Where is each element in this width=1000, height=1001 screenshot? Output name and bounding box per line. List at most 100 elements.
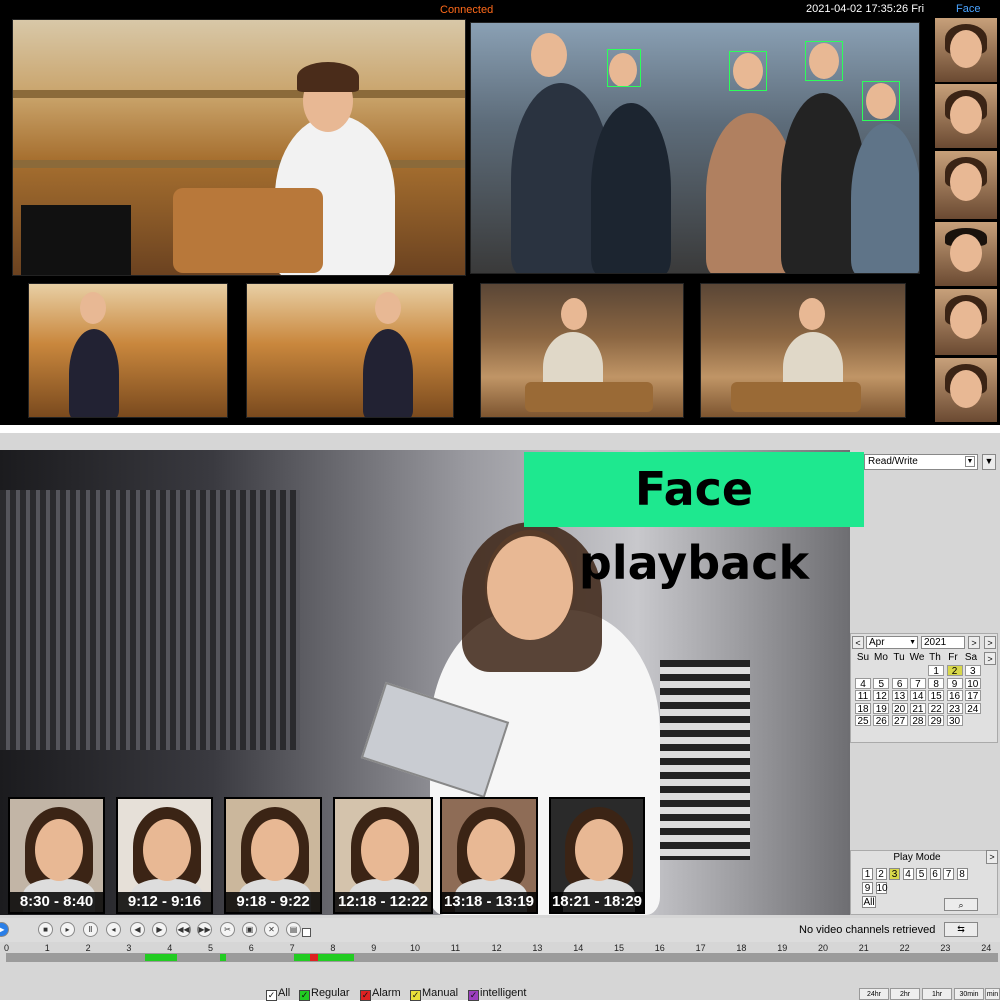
calendar-day[interactable]: 3 [964, 665, 981, 677]
calendar-day[interactable]: 13 [891, 690, 908, 702]
clip-button[interactable]: ✂ [220, 922, 235, 937]
legend-item-intelligent[interactable]: ✓ intelligent [468, 987, 526, 1001]
calendar-day[interactable]: 12 [873, 690, 890, 702]
calendar-day[interactable]: 22 [928, 702, 945, 715]
camera-tile-2[interactable] [470, 22, 920, 274]
calendar-day[interactable]: 4 [855, 677, 871, 690]
stop-button[interactable]: ■ [38, 922, 53, 937]
legend-item-all[interactable]: ✓ All [266, 987, 290, 1001]
channel-checkbox-8[interactable]: 8 [956, 868, 968, 880]
calendar-day[interactable]: 24 [964, 702, 981, 715]
calendar-day[interactable]: 6 [891, 677, 908, 690]
step-back-icon: ◀ [134, 925, 141, 934]
zoom-24hr-button[interactable]: 24hr [859, 988, 889, 1000]
calendar-day[interactable]: 26 [873, 715, 890, 727]
sync-checkbox[interactable] [302, 928, 311, 937]
calendar-day[interactable]: 16 [946, 690, 963, 702]
mode-select[interactable]: Read/Write ▼ [864, 454, 978, 470]
face-snapshot[interactable] [935, 151, 997, 219]
scroll-right-button[interactable]: > [984, 652, 996, 665]
calendar-day[interactable]: 2 [946, 665, 963, 677]
calendar-day[interactable]: 10 [964, 677, 981, 690]
face-panel-label[interactable]: Face [956, 3, 980, 15]
calendar-day[interactable]: 23 [946, 702, 963, 715]
all-channels-checkbox[interactable]: All [862, 896, 876, 908]
pause-icon: Ⅱ [88, 925, 93, 934]
face-snapshot[interactable] [935, 84, 997, 148]
face-thumbnail[interactable]: 9:18 - 9:22 [224, 797, 322, 914]
face-snapshot[interactable] [935, 289, 997, 355]
calendar-day[interactable]: 20 [891, 702, 908, 715]
calendar-day[interactable]: 7 [909, 677, 926, 690]
channel-checkbox-2[interactable]: 2 [875, 868, 887, 880]
channel-checkbox-9[interactable]: 9 [862, 882, 873, 894]
rewind-button[interactable]: ◀◀ [176, 922, 191, 937]
checkbox-icon: ✓ [468, 990, 479, 1001]
reverse-icon: ◂ [111, 925, 116, 934]
calendar-day[interactable]: 1 [928, 665, 945, 677]
calendar-day[interactable]: 21 [909, 702, 926, 715]
refresh-button[interactable]: ⇆ [944, 922, 978, 937]
play-mode-scroll[interactable]: > [986, 850, 998, 864]
face-thumbnail[interactable]: 8:30 - 8:40 [8, 797, 105, 914]
camera-tile-6[interactable] [700, 283, 906, 418]
zoom-30min-button[interactable]: 30min [954, 988, 984, 1000]
camera-tile-3[interactable] [28, 283, 228, 418]
legend-item-manual[interactable]: ✓ Manual [410, 987, 458, 1001]
channel-checkbox-6[interactable]: 6 [929, 868, 941, 880]
face-snapshot[interactable] [935, 358, 997, 422]
calendar-day[interactable]: 19 [873, 702, 890, 715]
calendar-day[interactable]: 25 [855, 715, 871, 727]
face-thumbnail[interactable]: 9:12 - 9:16 [116, 797, 213, 914]
legend-item-alarm[interactable]: ✓ Alarm [360, 987, 401, 1001]
calendar-day[interactable]: 29 [928, 715, 945, 727]
step-back-button[interactable]: ◀ [130, 922, 145, 937]
channel-checkbox-3[interactable]: 3 [889, 868, 900, 880]
calendar-day[interactable]: 14 [909, 690, 926, 702]
channel-checkbox-1[interactable]: 1 [862, 868, 873, 880]
search-button[interactable]: ⌕ [944, 898, 978, 911]
calendar-day[interactable]: 30 [946, 715, 963, 727]
camera-tile-1[interactable] [12, 19, 466, 276]
prev-month-button[interactable]: < [852, 636, 864, 649]
play-step-button[interactable]: ▸ [60, 922, 75, 937]
face-snapshot[interactable] [935, 222, 997, 286]
camera-tile-4[interactable] [246, 283, 454, 418]
channel-checkbox-10[interactable]: 10 [875, 882, 888, 894]
face-thumbnail[interactable]: 13:18 - 13:19 [440, 797, 538, 914]
year-field[interactable]: 2021 [921, 636, 965, 649]
zoom-2hr-button[interactable]: 2hr [890, 988, 920, 1000]
month-select[interactable]: Apr ▼ [866, 636, 918, 649]
channel-checkbox-5[interactable]: 5 [916, 868, 927, 880]
calendar-day[interactable]: 28 [909, 715, 926, 727]
calendar-day[interactable]: 18 [855, 702, 871, 715]
next-month-button[interactable]: > [968, 636, 980, 649]
channel-checkbox-4[interactable]: 4 [902, 868, 914, 880]
calendar-day[interactable]: 27 [891, 715, 908, 727]
save-button[interactable]: ▤ [286, 922, 301, 937]
calendar-day[interactable]: 5 [873, 677, 890, 690]
camera-tile-5[interactable] [480, 283, 684, 418]
reverse-button[interactable]: ◂ [106, 922, 121, 937]
step-forward-icon: ▶ [156, 925, 163, 934]
mode-dropdown-button[interactable]: ▼ [982, 454, 996, 470]
calendar-day[interactable]: 8 [928, 677, 945, 690]
legend-item-regular[interactable]: ✓ Regular [299, 987, 350, 1001]
calendar-day[interactable]: 11 [855, 690, 871, 702]
calendar-day[interactable]: 15 [928, 690, 945, 702]
calendar-day[interactable]: 17 [964, 690, 981, 702]
face-thumbnail[interactable]: 12:18 - 12:22 [333, 797, 433, 914]
zoom-1hr-button[interactable]: 1hr [922, 988, 952, 1000]
face-snapshot[interactable] [935, 18, 997, 82]
snapshot-button[interactable]: ▣ [242, 922, 257, 937]
calendar-day[interactable]: 9 [946, 677, 963, 690]
next-year-button[interactable]: > [984, 636, 996, 649]
calendar-weekdays: Su Mo Tu We Th Fr Sa [854, 652, 994, 663]
channel-checkbox-7[interactable]: 7 [943, 868, 954, 880]
zoom-min-button[interactable]: min [985, 988, 1000, 1000]
fast-forward-button[interactable]: ▶▶ [197, 922, 212, 937]
close-button[interactable]: ✕ [264, 922, 279, 937]
pause-button[interactable]: Ⅱ [83, 922, 98, 937]
step-forward-button[interactable]: ▶ [152, 922, 167, 937]
face-thumbnail[interactable]: 18:21 - 18:29 [549, 797, 645, 914]
